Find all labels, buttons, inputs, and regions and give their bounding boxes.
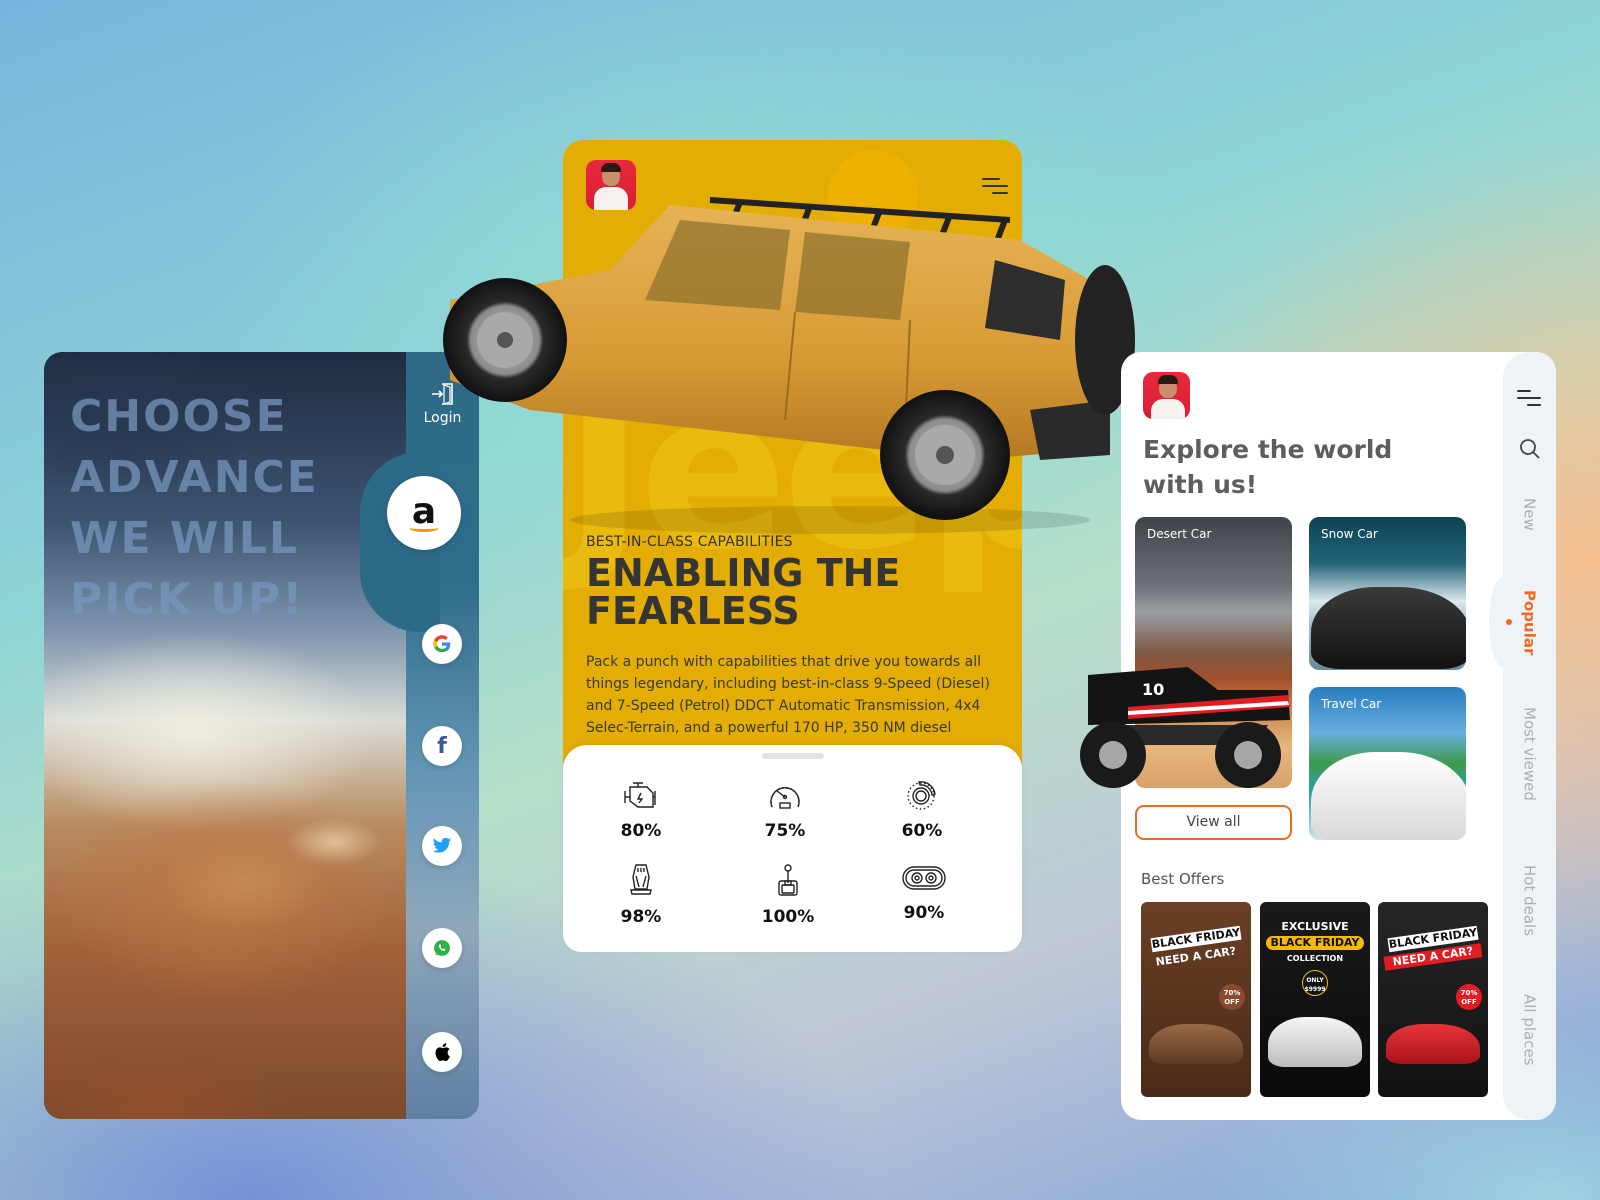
exhaust-icon — [902, 866, 946, 890]
stat-brakes: 60% — [867, 779, 977, 841]
discount-badge: 70% OFF — [1456, 984, 1482, 1010]
discount-badge: 70% OFF — [1219, 984, 1245, 1010]
car-seat-icon — [630, 864, 652, 895]
stat-value: 90% — [903, 903, 945, 923]
facebook-icon: f — [437, 733, 447, 759]
stat-value: 80% — [620, 821, 662, 841]
offer-car-image — [1268, 1017, 1362, 1067]
left-headline: CHOOSE ADVANCE WE WILL PICK UP! — [70, 386, 390, 630]
whatsapp-login-button[interactable] — [422, 928, 462, 968]
offroad-car-image — [104, 752, 384, 952]
category-tile-desert[interactable]: Desert Car — [1135, 517, 1292, 788]
drag-handle[interactable] — [762, 753, 824, 759]
headline-line: WE WILL — [70, 513, 299, 564]
offer-card[interactable]: EXCLUSIVE BLACK FRIDAY COLLECTION ONLY $… — [1260, 902, 1370, 1097]
decorative-sun — [828, 150, 918, 240]
description-text: Pack a punch with capabilities that driv… — [586, 654, 990, 736]
stat-value: 100% — [761, 907, 815, 927]
category-tile-travel[interactable]: Travel Car — [1309, 687, 1466, 840]
explore-card: Explore the world with us! Desert Car Sn… — [1121, 352, 1556, 1120]
user-avatar[interactable] — [586, 160, 636, 210]
google-icon — [433, 635, 451, 653]
whatsapp-icon — [434, 940, 450, 956]
section-eyebrow: BEST-IN-CLASS CAPABILITIES — [586, 534, 793, 550]
stat-value: 60% — [901, 821, 943, 841]
offer-car-image — [1386, 1024, 1480, 1064]
stat-comfort: 98% — [586, 863, 696, 927]
category-side-nav: New Popular Most viewed Hot deals All pl… — [1489, 352, 1556, 1120]
twitter-login-button[interactable] — [422, 826, 462, 866]
view-all-button[interactable]: View all — [1135, 805, 1292, 840]
price-badge: ONLY $9999 — [1302, 970, 1328, 996]
facebook-login-button[interactable]: f — [422, 726, 462, 766]
page-title: ENABLING THE FEARLESS — [586, 551, 901, 633]
tab-all-places[interactable]: All places — [1503, 994, 1556, 1076]
apple-login-button[interactable] — [422, 1032, 462, 1072]
user-avatar[interactable] — [1143, 372, 1190, 419]
login-door-icon — [431, 383, 453, 405]
speedometer-icon — [770, 787, 800, 809]
active-tab-indicator — [1506, 619, 1512, 625]
best-offers-heading: Best Offers — [1141, 870, 1225, 888]
category-tile-snow[interactable]: Snow Car — [1309, 517, 1466, 670]
amazon-smile — [409, 524, 439, 532]
stat-speed: 75% — [730, 779, 840, 841]
login-screen-card: CHOOSE ADVANCE WE WILL PICK UP! Login a … — [44, 352, 479, 1119]
offer-car-image — [1149, 1024, 1243, 1064]
category-label: Desert Car — [1147, 527, 1212, 541]
stat-transmission: 100% — [733, 863, 843, 927]
tab-most-viewed[interactable]: Most viewed — [1503, 707, 1556, 815]
menu-icon[interactable] — [1517, 390, 1541, 411]
stat-engine: 80% — [586, 779, 696, 841]
headline-line: PICK UP! — [70, 574, 305, 625]
tab-new[interactable]: New — [1503, 498, 1556, 548]
category-label: Snow Car — [1321, 527, 1378, 541]
engine-icon — [624, 782, 656, 808]
tab-hot-deals[interactable]: Hot deals — [1503, 865, 1556, 947]
stat-value: 98% — [620, 907, 662, 927]
page-title: Explore the world with us! — [1143, 435, 1393, 499]
stat-value: 75% — [764, 821, 806, 841]
capabilities-panel: 80% 75% 60% 98% 100% 90% — [563, 745, 1022, 952]
headline-line: CHOOSE — [70, 391, 288, 442]
amazon-login-button[interactable]: a — [387, 476, 461, 550]
search-icon[interactable] — [1518, 437, 1542, 461]
brake-disc-icon — [907, 781, 936, 810]
apple-icon — [435, 1043, 450, 1062]
offer-card[interactable]: BLACK FRIDAY NEED A CAR? 70% OFF — [1141, 902, 1251, 1097]
offer-card[interactable]: BLACK FRIDAY NEED A CAR? 70% OFF — [1378, 902, 1488, 1097]
sedan-car-image — [1311, 752, 1466, 840]
headline-line: ADVANCE — [70, 452, 319, 503]
google-login-button[interactable] — [422, 624, 462, 664]
login-button[interactable]: Login — [406, 382, 479, 426]
stat-exhaust: 90% — [869, 863, 979, 923]
gear-shift-icon — [778, 864, 798, 896]
sports-car-image — [1311, 587, 1466, 669]
menu-icon[interactable] — [982, 178, 1008, 199]
twitter-icon — [432, 837, 452, 853]
category-label: Travel Car — [1321, 697, 1382, 711]
login-label: Login — [423, 410, 462, 426]
